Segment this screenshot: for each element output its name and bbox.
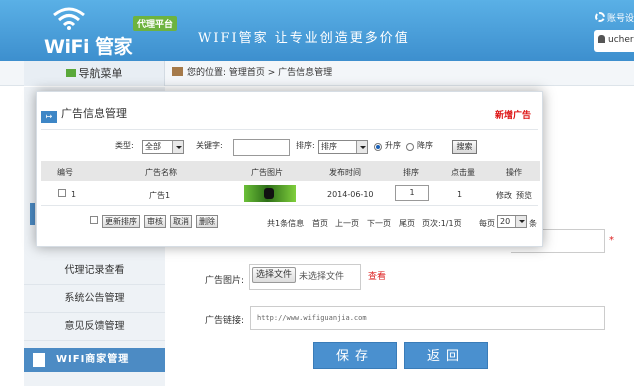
approve-button[interactable]: 审核 (144, 215, 166, 228)
keyword-label: 关键字: (196, 141, 223, 150)
column-header: 广告名称 (145, 168, 177, 177)
ad-management-modal: ↦ 广告信息管理 新增广告 类型: 全部 关键字: 排序: 排序 升序 降序 搜索… (36, 91, 543, 247)
sidebar-active-marker (30, 203, 35, 225)
row-checkbox[interactable] (58, 189, 66, 197)
column-header: 广告图片 (251, 168, 283, 177)
ad-link-label: 广告链接: (205, 316, 245, 326)
edit-link[interactable]: 修改 (496, 190, 512, 201)
type-label: 类型: (115, 141, 134, 150)
desc-label: 降序 (417, 141, 433, 150)
chevron-down-icon (515, 216, 526, 227)
keyword-input[interactable] (233, 139, 290, 156)
column-header: 编号 (57, 168, 73, 177)
chevron-down-icon (172, 141, 183, 153)
ad-image-label: 广告图片: (205, 276, 245, 286)
sort-label: 排序: (296, 141, 315, 150)
document-icon (33, 353, 45, 367)
add-ad-link[interactable]: 新增广告 (495, 108, 531, 121)
per-page-unit: 条 (529, 219, 537, 228)
total-count: 共1条信息 (267, 219, 305, 228)
user-menu[interactable]: ucher (594, 30, 634, 52)
required-mark: * (609, 235, 614, 246)
account-settings[interactable]: 账号设 (594, 11, 634, 24)
user-name: ucher (608, 35, 634, 45)
column-header: 发布时间 (329, 168, 361, 177)
next-page-link[interactable]: 下一页 (367, 218, 391, 229)
save-button[interactable]: 保存 (313, 342, 397, 369)
nav-menu-title[interactable]: 导航菜单 (24, 61, 165, 86)
update-sort-button[interactable]: 更新排序 (102, 215, 140, 228)
home-icon (172, 67, 183, 76)
sidebar-item-agent-records[interactable]: 代理记录查看 (24, 257, 165, 285)
chevron-down-icon (356, 141, 367, 153)
divider (41, 129, 538, 130)
modal-title: ↦ 广告信息管理 (37, 105, 127, 123)
search-button[interactable]: 搜索 (452, 140, 477, 154)
row-date: 2014-06-10 (327, 190, 374, 199)
column-header: 排序 (403, 168, 419, 177)
logo-text: WiFi 管家 (44, 36, 133, 58)
ad-thumbnail (244, 185, 296, 202)
back-button[interactable]: 返回 (404, 342, 488, 369)
modal-title-text: 广告信息管理 (61, 107, 127, 120)
select-all-checkbox[interactable] (90, 216, 98, 224)
last-page-link[interactable]: 尾页 (399, 218, 415, 229)
row-clicks: 1 (457, 190, 463, 199)
row-sort-input[interactable]: 1 (395, 185, 429, 201)
type-select-value: 全部 (145, 142, 161, 151)
gear-icon (594, 12, 605, 22)
sidebar-section-label: WIFI商家管理 (56, 354, 130, 365)
slogan: WIFI管家 让专业创造更多价值 (198, 31, 410, 46)
choose-file-button[interactable]: 选择文件 (252, 267, 296, 283)
desc-radio[interactable] (406, 143, 414, 151)
user-icon (598, 35, 605, 43)
row-name: 广告1 (149, 191, 171, 200)
nav-bar: 导航菜单 您的位置: 管理首页 > 广告信息管理 (0, 61, 634, 86)
app-header: WiFi 管家 代理平台 WIFI管家 让专业创造更多价值 账号设 ucher (0, 0, 634, 61)
breadcrumb: 您的位置: 管理首页 > 广告信息管理 (172, 61, 332, 86)
sidebar-section-wifi-merchant[interactable]: WIFI商家管理 (24, 348, 165, 372)
logo[interactable]: WiFi 管家 (44, 6, 144, 58)
agent-platform-badge: 代理平台 (133, 16, 178, 31)
menu-arrow-icon (65, 69, 76, 77)
nav-menu-label: 导航菜单 (78, 67, 123, 80)
wifi-icon (53, 7, 85, 30)
view-image-link[interactable]: 查看 (368, 269, 386, 282)
sidebar-item-feedback[interactable]: 意见反馈管理 (24, 313, 165, 341)
asc-radio[interactable] (374, 143, 382, 151)
sort-select-value: 排序 (321, 142, 337, 151)
cancel-button[interactable]: 取消 (170, 215, 192, 228)
per-page-value: 20 (500, 217, 511, 226)
per-page-label: 每页 (479, 219, 495, 228)
asc-label: 升序 (385, 141, 401, 150)
preview-link[interactable]: 预览 (516, 190, 532, 201)
sort-select[interactable]: 排序 (318, 140, 368, 154)
account-label: 账号设 (606, 14, 634, 24)
per-page-select[interactable]: 20 (497, 215, 527, 228)
divider (41, 205, 538, 206)
first-page-link[interactable]: 首页 (312, 218, 328, 229)
row-id: 1 (71, 190, 77, 199)
page-info: 页次:1/1页 (422, 219, 462, 228)
type-select[interactable]: 全部 (142, 140, 184, 154)
sidebar-item-system-notices[interactable]: 系统公告管理 (24, 285, 165, 313)
column-header: 操作 (506, 168, 522, 177)
delete-button[interactable]: 删除 (196, 215, 218, 228)
arrow-right-icon: ↦ (41, 111, 57, 123)
ad-link-input[interactable]: http://www.wifiguanjia.com (250, 306, 605, 330)
prev-page-link[interactable]: 上一页 (335, 218, 359, 229)
file-status: 未选择文件 (299, 272, 345, 282)
breadcrumb-text: 您的位置: 管理首页 > 广告信息管理 (187, 68, 333, 78)
column-header: 点击量 (451, 168, 475, 177)
